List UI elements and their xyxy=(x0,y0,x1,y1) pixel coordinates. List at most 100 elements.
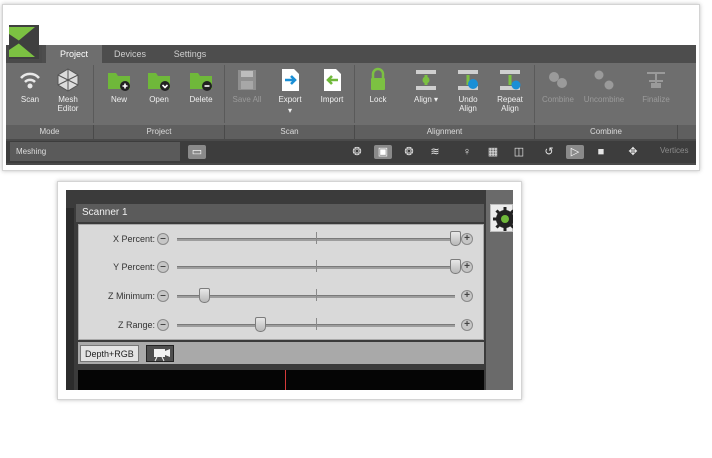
align-button[interactable]: Align ▾ xyxy=(404,67,448,104)
new-label: New xyxy=(110,95,127,104)
open-button[interactable]: Open xyxy=(137,67,181,104)
scanner-window: Scanner 1 X Percent: – + Y Percent: – + xyxy=(66,190,513,390)
z-minimum-increase-button[interactable]: + xyxy=(461,290,473,302)
grid-sphere-icon[interactable]: ≋ xyxy=(426,145,444,159)
left-border xyxy=(66,208,74,390)
tab-depth-rgb[interactable]: Depth+RGB xyxy=(80,345,139,362)
x-percent-decrease-button[interactable]: – xyxy=(157,233,169,245)
import-label: Import xyxy=(320,95,344,104)
export-button[interactable]: Export ▾ xyxy=(268,67,312,115)
combine-label: Combine xyxy=(541,95,574,104)
save-all-label: Save All xyxy=(232,95,262,104)
sphere-icon[interactable]: ❂ xyxy=(400,145,418,159)
play-icon[interactable]: ▷ xyxy=(566,145,584,159)
z-minimum-decrease-button[interactable]: – xyxy=(157,290,169,302)
z-minimum-label: Z Minimum: xyxy=(108,291,155,301)
z-range-increase-button[interactable]: + xyxy=(461,319,473,331)
color-palette-icon[interactable]: ▦ xyxy=(484,145,502,159)
finalize-button[interactable]: Finalize xyxy=(634,67,678,104)
z-range-row: Z Range: – + xyxy=(79,313,485,337)
image-icon[interactable]: ▭ xyxy=(188,145,206,159)
y-percent-decrease-button[interactable]: – xyxy=(157,261,169,273)
lightbulb-icon[interactable]: ♀ xyxy=(458,145,476,159)
tab-bar: Project Devices Settings xyxy=(42,45,696,63)
folder-open-icon xyxy=(146,67,172,93)
title-strip xyxy=(6,9,696,45)
x-percent-row: X Percent: – + xyxy=(79,227,485,251)
lock-view-icon[interactable]: ▣ xyxy=(374,145,392,159)
repeat-align-icon xyxy=(497,67,523,93)
scanner-screenshot: Scanner 1 X Percent: – + Y Percent: – + xyxy=(57,181,522,400)
group-label-alignment: Alignment xyxy=(355,125,535,139)
ribbon-screenshot: Project Devices Settings Scan Mesh Edito… xyxy=(2,4,700,171)
mesh-sphere-icon xyxy=(55,67,81,93)
slider-center-tick xyxy=(316,318,317,330)
group-divider xyxy=(93,65,94,123)
y-percent-thumb[interactable] xyxy=(449,259,461,274)
mesh-editor-label: Mesh Editor xyxy=(57,95,79,113)
y-percent-label: Y Percent: xyxy=(113,262,155,272)
z-range-decrease-button[interactable]: – xyxy=(157,319,169,331)
repeat-align-label: Repeat Align xyxy=(497,95,523,113)
slider-center-tick xyxy=(316,289,317,301)
meshing-status: Meshing xyxy=(10,142,180,161)
z-range-label: Z Range: xyxy=(117,320,155,330)
x-percent-increase-button[interactable]: + xyxy=(461,233,473,245)
z-minimum-thumb[interactable] xyxy=(199,288,211,303)
z-minimum-row: Z Minimum: – + xyxy=(79,284,485,308)
video-camera-icon[interactable] xyxy=(146,345,174,362)
tab-devices[interactable]: Devices xyxy=(102,45,158,63)
folder-new-icon xyxy=(106,67,132,93)
vertices-label: Vertices xyxy=(660,146,689,155)
cube-icon[interactable]: ◫ xyxy=(510,145,528,159)
scanner-preview xyxy=(78,370,484,390)
wheel-icon[interactable]: ❂ xyxy=(348,145,366,159)
delete-button[interactable]: Delete xyxy=(179,67,223,104)
combine-button[interactable]: Combine xyxy=(536,67,580,104)
import-button[interactable]: Import xyxy=(310,67,354,104)
undo-align-button[interactable]: Undo Align xyxy=(446,67,490,113)
new-button[interactable]: New xyxy=(97,67,141,104)
lock-icon xyxy=(365,67,391,93)
uncombine-icon xyxy=(591,67,617,93)
align-label: Align ▾ xyxy=(413,95,439,104)
export-label: Export xyxy=(278,95,302,104)
uncombine-label: Uncombine xyxy=(583,95,625,104)
tab-project[interactable]: Project xyxy=(46,45,102,63)
gear-icon[interactable] xyxy=(490,204,513,232)
open-label: Open xyxy=(149,95,169,104)
status-bar: Meshing ▭ ❂ ▣ ❂ ≋ ♀ ▦ ◫ ↺ ▷ ■ ✥ Vertices xyxy=(6,141,696,163)
tab-settings[interactable]: Settings xyxy=(160,45,220,63)
x-percent-label: X Percent: xyxy=(112,234,155,244)
align-icon xyxy=(413,67,439,93)
app-logo xyxy=(9,25,39,59)
uncombine-button[interactable]: Uncombine xyxy=(582,67,626,104)
undo-align-label: Undo Align xyxy=(458,95,478,113)
stop-icon[interactable]: ■ xyxy=(592,145,610,159)
combine-icon xyxy=(545,67,571,93)
y-percent-row: Y Percent: – + xyxy=(79,255,485,279)
mesh-editor-button[interactable]: Mesh Editor xyxy=(46,67,90,113)
group-divider xyxy=(354,65,355,123)
export-icon xyxy=(277,67,303,93)
repeat-align-button[interactable]: Repeat Align xyxy=(488,67,532,113)
x-percent-thumb[interactable] xyxy=(449,231,461,246)
scanner-title: Scanner 1 xyxy=(76,204,484,222)
z-range-thumb[interactable] xyxy=(254,317,266,332)
scanner-settings: X Percent: – + Y Percent: – + Z Minimum:… xyxy=(78,224,484,340)
group-label-combine: Combine xyxy=(535,125,678,139)
move-icon[interactable]: ✥ xyxy=(624,145,642,159)
export-dropdown-icon: ▾ xyxy=(287,106,292,115)
wifi-scan-icon xyxy=(17,67,43,93)
rotate-icon[interactable]: ↺ xyxy=(540,145,558,159)
save-all-button[interactable]: Save All xyxy=(225,67,269,104)
undo-align-icon xyxy=(455,67,481,93)
group-label-bar: Mode Project Scan Alignment Combine xyxy=(6,125,696,139)
scanner-view-tabs: Depth+RGB xyxy=(78,342,484,364)
delete-label: Delete xyxy=(189,95,213,104)
finalize-label: Finalize xyxy=(642,95,670,104)
preview-marker xyxy=(285,370,286,390)
slider-center-tick xyxy=(316,260,317,272)
lock-button[interactable]: Lock xyxy=(356,67,400,104)
y-percent-increase-button[interactable]: + xyxy=(461,261,473,273)
